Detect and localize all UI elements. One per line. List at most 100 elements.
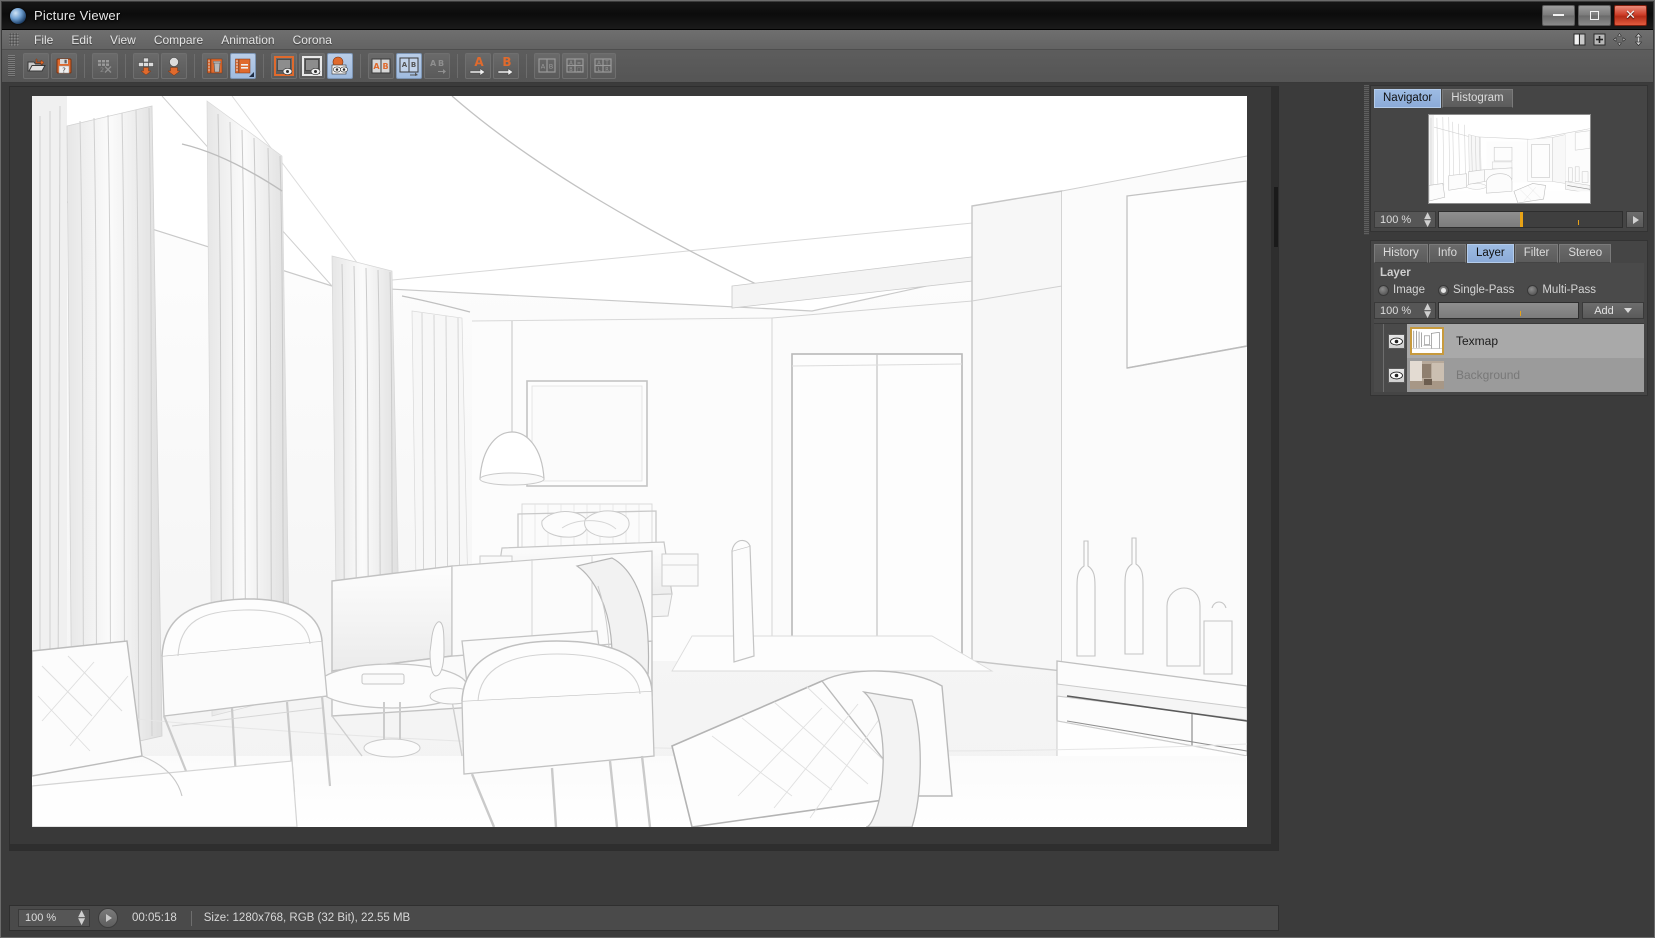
layer-opacity-row: 100 % ▲ ▼ Add: [1374, 302, 1644, 319]
filmstrip-button[interactable]: 2: [92, 53, 118, 79]
navigator-tabs: Navigator Histogram: [1374, 89, 1644, 108]
layer-thumbnail[interactable]: [1410, 327, 1444, 355]
svg-text:B: B: [438, 59, 444, 68]
table-row[interactable]: Background: [1374, 358, 1644, 392]
toolbar-group-delete: [198, 53, 260, 79]
slider-marker[interactable]: [1519, 212, 1523, 227]
split-layout-icon[interactable]: [1573, 33, 1586, 46]
compare-ab-swap-icon: A B: [399, 57, 419, 76]
ab-stack-button[interactable]: A T L R: [590, 53, 616, 79]
move-panel-icon[interactable]: [1613, 33, 1626, 46]
toolbar-group-setab: A B: [461, 53, 523, 79]
play-triangle-icon: [1633, 215, 1639, 224]
delete-all-button[interactable]: [230, 53, 256, 79]
navigator-play-button[interactable]: [1626, 211, 1644, 228]
view-b-button[interactable]: [299, 53, 325, 79]
menu-edit[interactable]: Edit: [62, 31, 101, 49]
right-panel: Navigator Histogram 100 % ▲ ▼ History In…: [1364, 85, 1648, 931]
tab-navigator[interactable]: Navigator: [1374, 89, 1442, 108]
layer-thumbnail[interactable]: [1410, 361, 1444, 389]
menu-file[interactable]: File: [25, 31, 62, 49]
tab-info[interactable]: Info: [1428, 244, 1466, 263]
add-panel-icon[interactable]: [1593, 33, 1606, 46]
minimize-icon: [1553, 14, 1564, 16]
up-down-spinner-icon[interactable]: ▲ ▼: [1424, 302, 1431, 319]
add-layer-button[interactable]: Add: [1582, 302, 1644, 319]
minimize-button[interactable]: [1542, 4, 1575, 26]
toolbar-separator: [526, 54, 527, 78]
tab-filter[interactable]: Filter: [1514, 244, 1559, 263]
layer-row-texmap[interactable]: Texmap: [1407, 324, 1644, 358]
layer-row-background[interactable]: Background: [1407, 358, 1644, 392]
open-folder-icon: [27, 58, 46, 72]
ab-side-by-side-button[interactable]: A B: [534, 53, 560, 79]
zoom-level-input[interactable]: 100 % ▲ ▼: [18, 909, 90, 927]
menu-animation[interactable]: Animation: [212, 31, 283, 49]
delete-frame-button[interactable]: [202, 53, 228, 79]
navigator-panel: Navigator Histogram 100 % ▲ ▼: [1370, 85, 1648, 232]
view-a-button[interactable]: [271, 53, 297, 79]
tree-connector: [1378, 324, 1388, 358]
compare-ab-button[interactable]: A B: [368, 53, 394, 79]
radio-single-pass[interactable]: [1437, 284, 1449, 296]
canvas-horizontal-scrollbar[interactable]: [10, 844, 1278, 850]
ab-quad-button[interactable]: A = B □: [562, 53, 588, 79]
tab-history[interactable]: History: [1374, 244, 1428, 263]
menu-compare[interactable]: Compare: [145, 31, 212, 49]
layer-visibility-toggle[interactable]: [1388, 333, 1405, 349]
svg-text:A: A: [569, 60, 573, 66]
tab-histogram[interactable]: Histogram: [1442, 89, 1513, 108]
play-animation-button[interactable]: [98, 908, 118, 928]
save-file-button[interactable]: ?: [51, 53, 77, 79]
maximize-button[interactable]: [1578, 4, 1611, 26]
navigator-zoom-slider[interactable]: [1438, 211, 1623, 228]
layer-opacity-value: 100 %: [1380, 304, 1412, 317]
rendered-image[interactable]: [32, 96, 1247, 827]
menu-corona[interactable]: Corona: [284, 31, 341, 49]
up-down-spinner-icon[interactable]: ▲ ▼: [1424, 211, 1431, 228]
scrollbar-thumb[interactable]: [1274, 187, 1278, 247]
compare-ab-swap-button[interactable]: A B: [396, 53, 422, 79]
radio-image[interactable]: [1378, 284, 1389, 296]
tab-stereo[interactable]: Stereo: [1559, 244, 1612, 263]
store-all-button[interactable]: [133, 53, 159, 79]
up-down-spinner-icon[interactable]: ▲ ▼: [78, 910, 85, 927]
toolbar-drag-grip-icon[interactable]: [8, 55, 15, 77]
chevron-down-icon: [1623, 308, 1632, 313]
set-a-button[interactable]: A: [465, 53, 491, 79]
layer-opacity-slider[interactable]: [1438, 302, 1579, 319]
open-file-button[interactable]: [23, 53, 49, 79]
radio-multi-pass[interactable]: [1527, 284, 1539, 296]
svg-text:L: L: [598, 67, 601, 73]
store-single-frame-icon: [167, 57, 181, 76]
store-frame-button[interactable]: [161, 53, 187, 79]
navigator-zoom-input[interactable]: 100 % ▲ ▼: [1374, 211, 1436, 228]
canvas-vertical-scrollbar[interactable]: [1271, 87, 1278, 850]
set-b-button[interactable]: B: [493, 53, 519, 79]
panel-drag-grip-icon[interactable]: [1364, 85, 1369, 235]
navigator-zoom-row: 100 % ▲ ▼: [1374, 211, 1644, 228]
navigator-preview[interactable]: [1427, 114, 1591, 204]
layer-name: Background: [1456, 368, 1521, 382]
table-row[interactable]: Texmap: [1374, 324, 1644, 358]
resize-panel-icon[interactable]: [1633, 33, 1644, 46]
svg-text:A: A: [597, 60, 601, 66]
eye-visible-icon: [1390, 371, 1403, 379]
svg-text:B: B: [569, 67, 573, 73]
svg-text:A: A: [373, 62, 380, 71]
close-icon: ✕: [1625, 7, 1636, 23]
render-time: 00:05:18: [132, 912, 177, 924]
status-separator: [190, 910, 192, 926]
image-canvas-area[interactable]: [9, 86, 1279, 851]
svg-text:□: □: [577, 67, 582, 73]
svg-text:?: ?: [62, 66, 66, 74]
drag-grip-icon[interactable]: [9, 33, 19, 46]
compare-ab-diff-button[interactable]: A B: [424, 53, 450, 79]
tab-layer[interactable]: Layer: [1466, 244, 1514, 263]
view-ab-button[interactable]: [327, 53, 353, 79]
close-button[interactable]: ✕: [1614, 4, 1647, 26]
maximize-icon: [1590, 10, 1599, 20]
layer-opacity-input[interactable]: 100 % ▲ ▼: [1374, 302, 1436, 319]
layer-visibility-toggle[interactable]: [1388, 367, 1405, 383]
menu-view[interactable]: View: [101, 31, 145, 49]
